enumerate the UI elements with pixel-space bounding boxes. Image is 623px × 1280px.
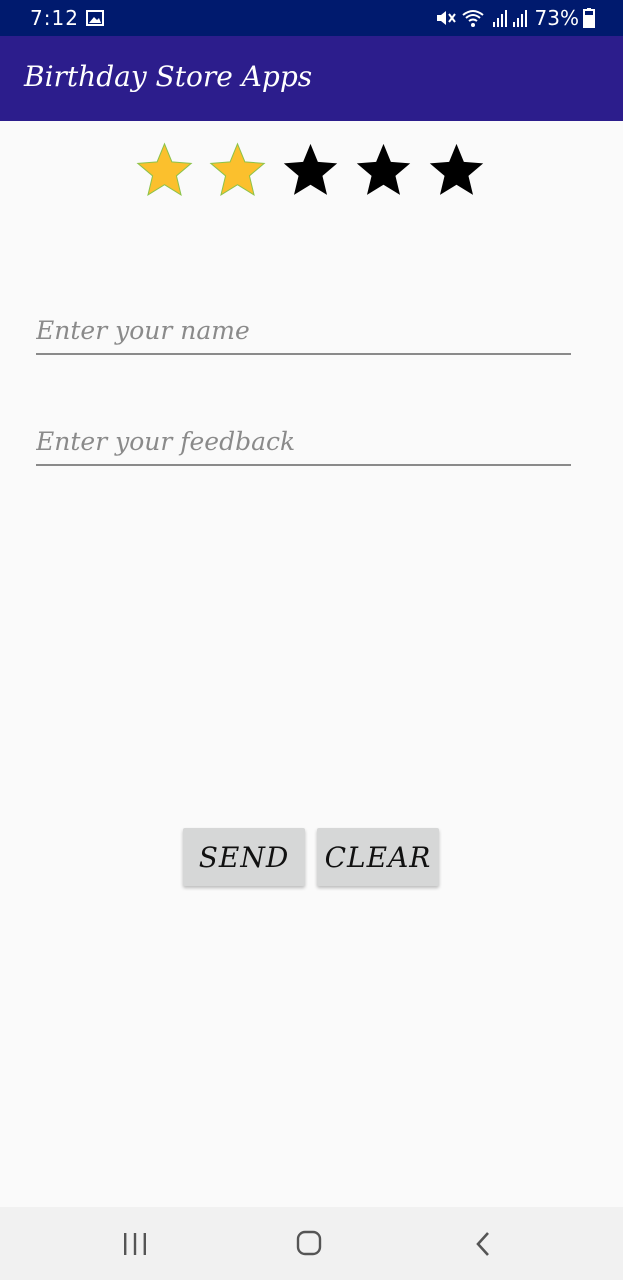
star-icon[interactable] — [134, 140, 195, 201]
feedback-underline — [36, 464, 571, 466]
image-icon — [86, 10, 104, 30]
star-icon[interactable] — [426, 140, 487, 201]
feedback-field — [36, 427, 571, 466]
mute-icon — [435, 8, 457, 28]
star-icon[interactable] — [280, 140, 341, 201]
home-icon[interactable] — [296, 1230, 322, 1260]
app-bar: Birthday Store Apps — [0, 36, 623, 121]
send-button[interactable]: SEND — [183, 828, 305, 886]
battery-icon — [583, 8, 595, 28]
star-icon[interactable] — [207, 140, 268, 201]
battery-text: 73% — [534, 6, 579, 30]
recent-apps-icon[interactable] — [122, 1232, 148, 1260]
status-time: 7:12 — [30, 6, 79, 30]
name-underline — [36, 353, 571, 355]
status-bar: 7:12 73% — [0, 0, 623, 36]
back-icon[interactable] — [474, 1231, 492, 1261]
name-input[interactable] — [36, 316, 571, 353]
clear-button[interactable]: CLEAR — [317, 828, 439, 886]
app-title: Birthday Store Apps — [24, 60, 313, 93]
status-icons: 73% — [435, 6, 595, 30]
navigation-bar — [0, 1207, 623, 1280]
star-icon[interactable] — [353, 140, 414, 201]
wifi-icon — [461, 8, 487, 28]
signal-icon — [491, 8, 531, 28]
name-field — [36, 316, 571, 355]
rating-bar[interactable] — [134, 140, 487, 201]
feedback-input[interactable] — [36, 427, 571, 464]
